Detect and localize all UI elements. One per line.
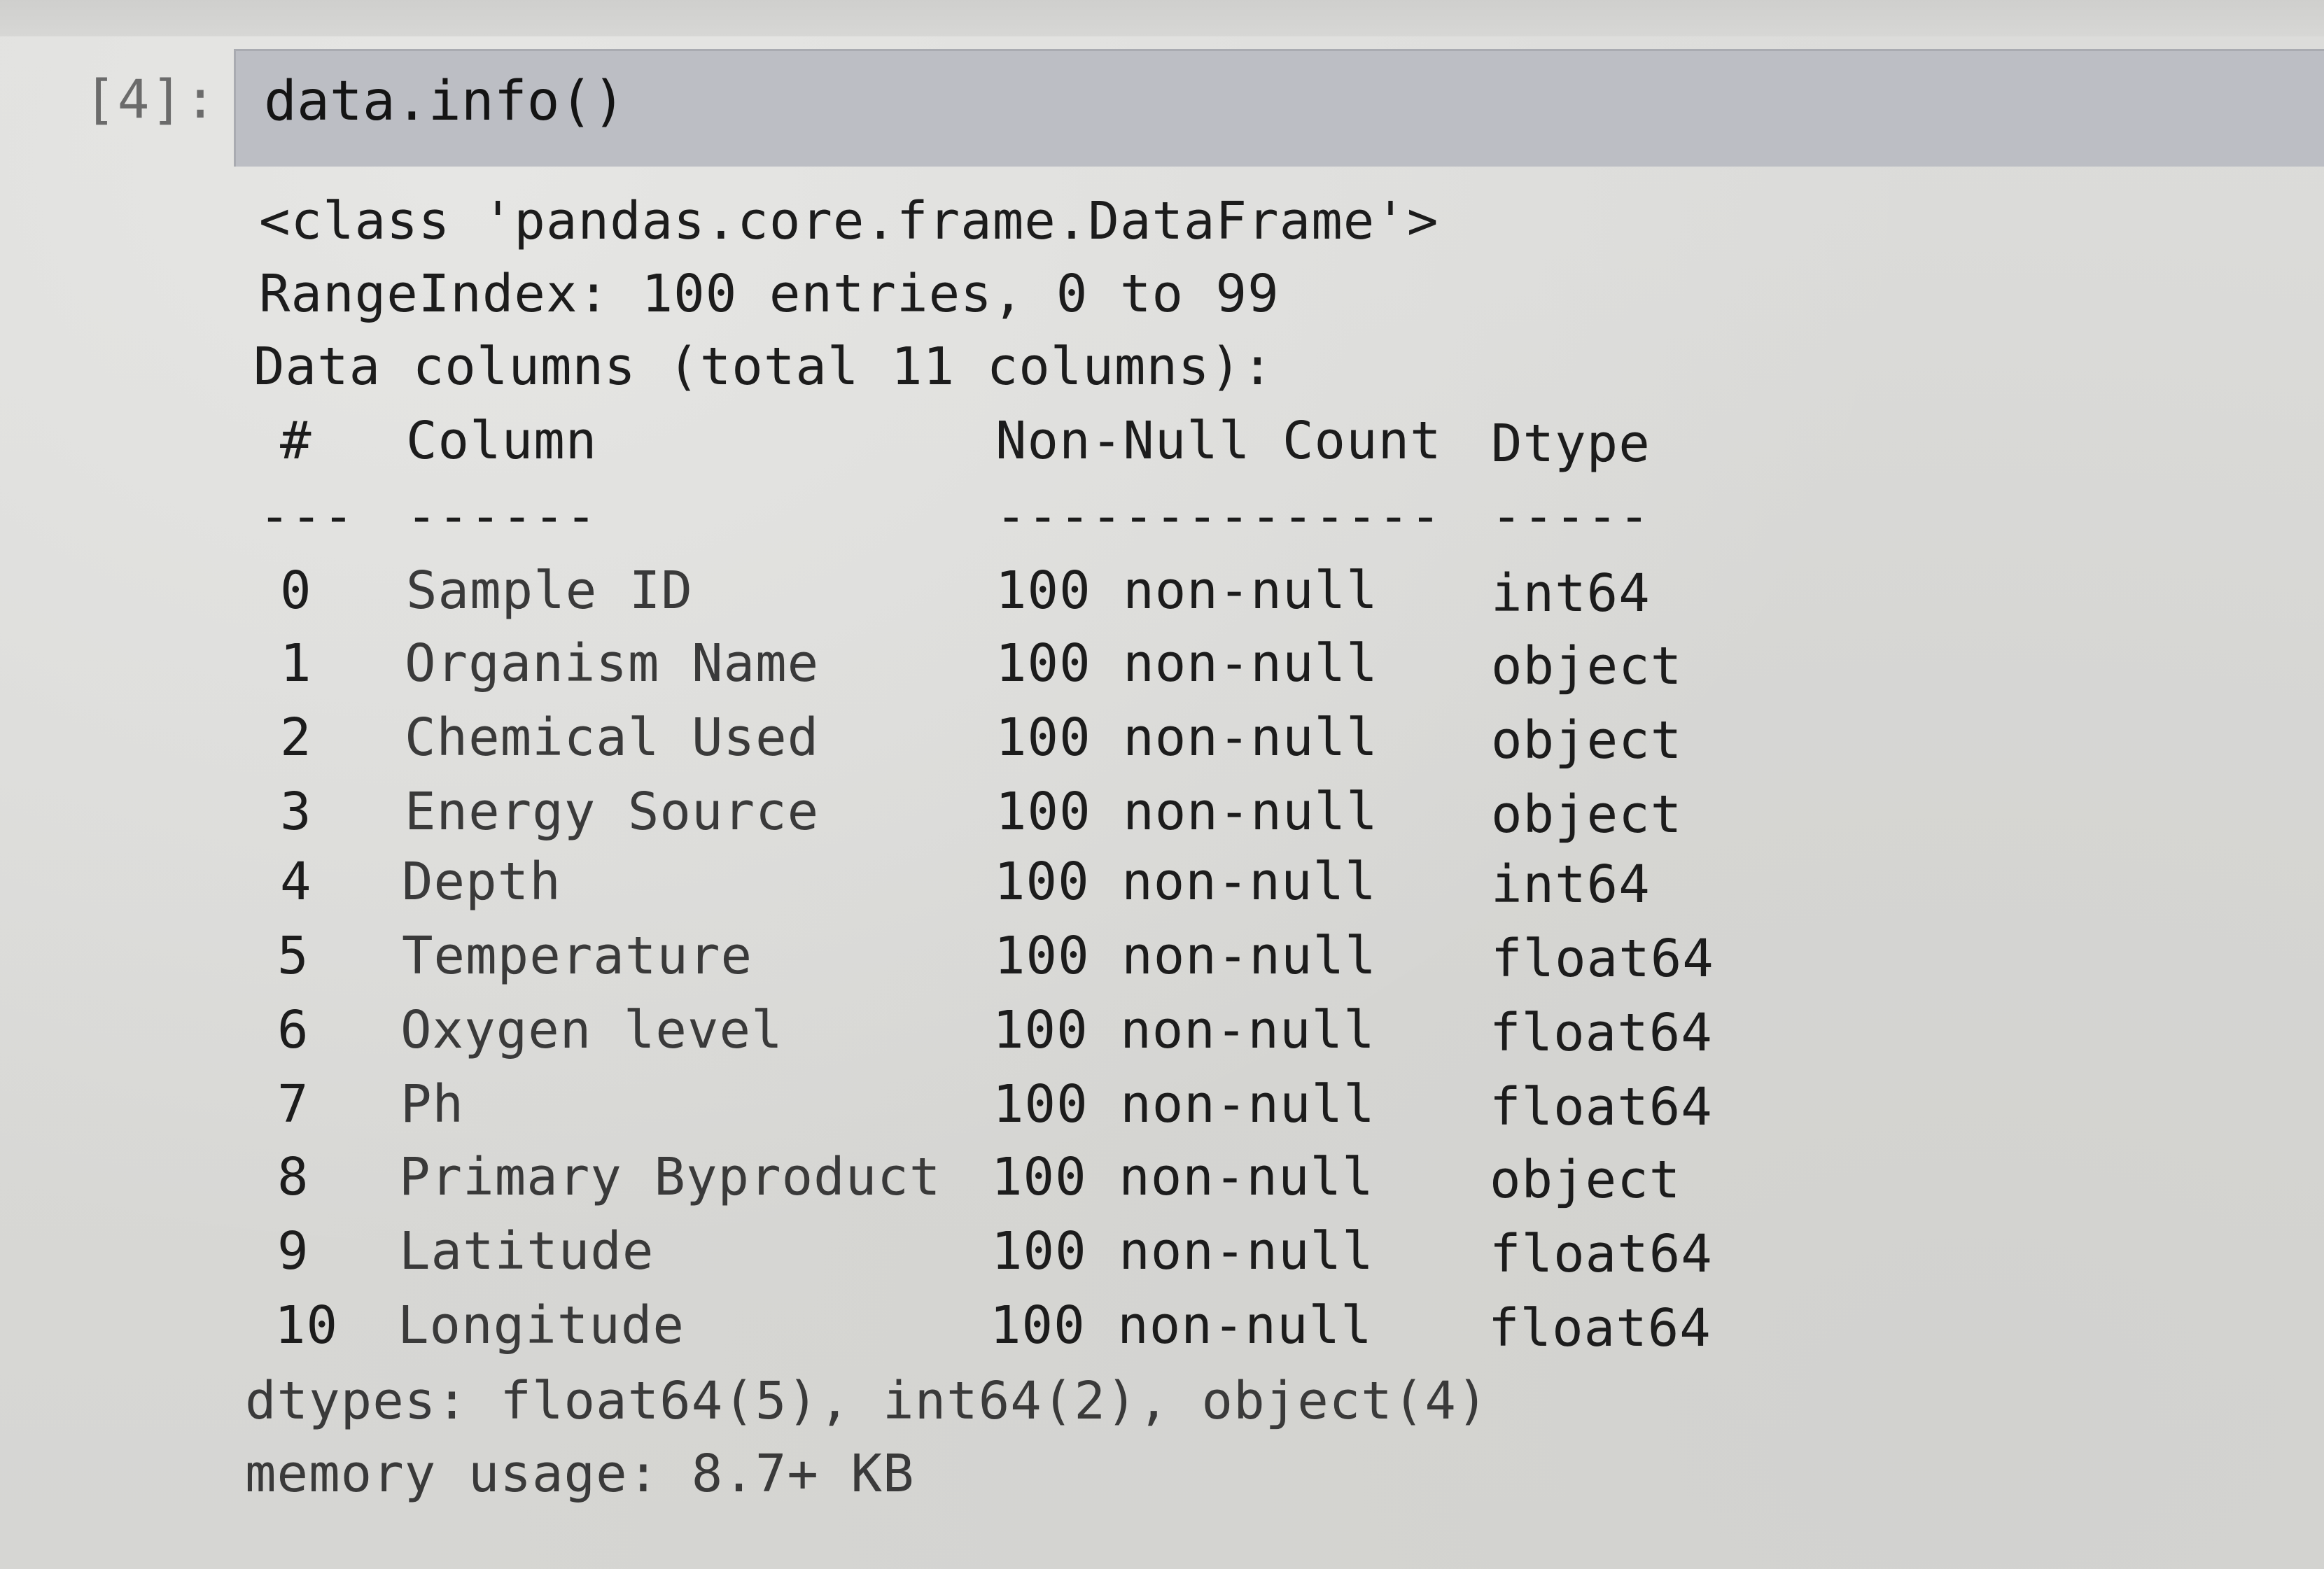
row-column-name: Sample ID <box>406 561 693 621</box>
row-non-null: 100 non-null <box>993 1000 1376 1060</box>
row-column-name: Temperature <box>402 926 753 986</box>
row-dtype: int64 <box>1491 854 1651 915</box>
row-non-null: 100 non-null <box>995 561 1378 621</box>
row-column-name: Energy Source <box>405 782 820 842</box>
row-non-null: 100 non-null <box>990 1295 1373 1356</box>
header-index: # <box>280 411 312 471</box>
row-index: 6 <box>277 1000 309 1060</box>
row-non-null: 100 non-null <box>991 1147 1374 1207</box>
row-dtype: object <box>1491 710 1683 771</box>
row-index: 9 <box>277 1221 309 1281</box>
row-dtype: float64 <box>1491 929 1714 989</box>
row-dtype: float64 <box>1490 1077 1713 1137</box>
header-non-null-count: Non-Null Count <box>995 411 1442 471</box>
row-index: 7 <box>277 1074 309 1134</box>
row-non-null: 100 non-null <box>995 782 1378 842</box>
row-dtype: object <box>1491 784 1683 845</box>
row-non-null: 100 non-null <box>991 1221 1374 1281</box>
row-column-name: Ph <box>400 1074 465 1134</box>
output-class-line: <class 'pandas.core.frame.DataFrame'> <box>259 191 1439 251</box>
output-range-index: RangeIndex: 100 entries, 0 to 99 <box>259 264 1280 324</box>
row-non-null: 100 non-null <box>994 926 1377 986</box>
row-index: 4 <box>280 852 312 912</box>
separator-column: ------ <box>406 486 598 547</box>
row-column-name: Chemical Used <box>405 708 820 768</box>
separator-dtype: ----- <box>1491 486 1651 547</box>
row-column-name: Depth <box>402 852 561 912</box>
row-dtype: float64 <box>1490 1224 1713 1284</box>
row-column-name: Oxygen level <box>400 1000 783 1060</box>
row-non-null: 100 non-null <box>994 852 1377 912</box>
row-index: 0 <box>280 561 312 621</box>
row-dtype: int64 <box>1491 563 1651 624</box>
row-index: 1 <box>280 633 312 694</box>
output-dtypes-summary: dtypes: float64(5), int64(2), object(4) <box>245 1371 1489 1431</box>
separator-index: --- <box>259 486 355 547</box>
row-index: 5 <box>277 926 309 986</box>
row-dtype: object <box>1490 1150 1681 1210</box>
row-dtype: float64 <box>1488 1298 1712 1358</box>
header-column: Column <box>406 411 598 471</box>
row-column-name: Organism Name <box>405 633 820 694</box>
row-index: 8 <box>277 1147 309 1207</box>
row-column-name: Latitude <box>399 1221 654 1281</box>
row-column-name: Longitude <box>398 1295 685 1356</box>
row-non-null: 100 non-null <box>995 708 1378 768</box>
separator-non-null-count: -------------- <box>995 486 1442 547</box>
output-memory-usage: memory usage: 8.7+ KB <box>245 1444 915 1504</box>
header-dtype: Dtype <box>1491 414 1651 474</box>
row-non-null: 100 non-null <box>995 633 1378 694</box>
row-dtype: object <box>1491 636 1683 696</box>
row-index: 2 <box>280 708 312 768</box>
row-dtype: float64 <box>1490 1003 1713 1063</box>
row-index: 3 <box>280 782 312 842</box>
row-non-null: 100 non-null <box>993 1074 1376 1134</box>
output-data-columns: Data columns (total 11 columns): <box>253 337 1274 397</box>
cell-output: <class 'pandas.core.frame.DataFrame'> Ra… <box>0 0 2324 1569</box>
row-index: 10 <box>274 1295 339 1356</box>
row-column-name: Primary Byproduct <box>399 1147 941 1207</box>
